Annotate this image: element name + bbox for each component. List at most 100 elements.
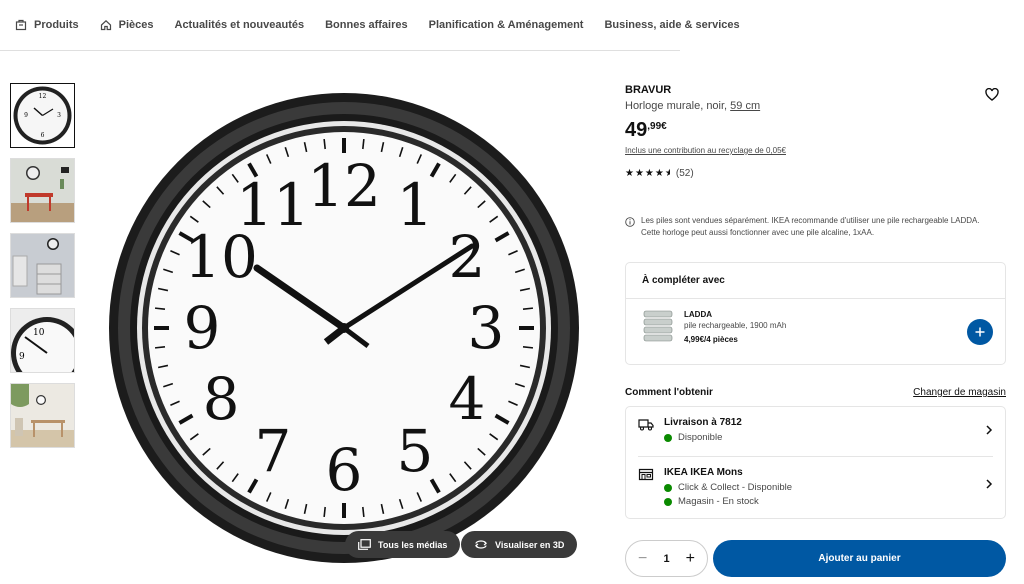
product-size-link[interactable]: 59 cm <box>730 100 760 112</box>
chevron-right-icon <box>986 425 993 435</box>
thumbnail-list: 12 3 6 9 9 10 <box>10 83 76 458</box>
recycling-contribution-link[interactable]: Inclus une contribution au recyclage de … <box>625 146 786 155</box>
home-icon <box>100 19 111 31</box>
svg-text:12: 12 <box>39 93 47 100</box>
wall-clock-image: 123456789101112 <box>109 93 579 563</box>
products-icon <box>15 19 27 31</box>
gallery-icon <box>358 539 371 550</box>
store-icon <box>638 468 654 481</box>
quantity-value: 1 <box>663 552 670 565</box>
svg-text:9: 9 <box>19 352 25 362</box>
complete-with-title: À compléter avec <box>626 263 1005 299</box>
click-collect-status: Click & Collect - Disponible <box>664 482 792 493</box>
thumbnail-4[interactable]: 9 10 <box>10 308 75 373</box>
thumbnail-2[interactable] <box>10 158 75 223</box>
product-image[interactable]: 1 2 3 4 5 6 7 8 9 10 11 12 <box>104 88 584 568</box>
svg-text:6: 6 <box>326 436 363 504</box>
increase-quantity-button[interactable]: + <box>686 550 695 568</box>
nav-item-actualites[interactable]: Actualités et nouveautés <box>175 19 305 31</box>
home-delivery-title: Livraison à 7812 <box>664 417 742 428</box>
delivery-truck-icon <box>638 419 654 431</box>
nav-item-produits[interactable]: Produits <box>15 19 79 31</box>
thumbnail-3[interactable] <box>10 233 75 298</box>
nav-item-bonnes-affaires[interactable]: Bonnes affaires <box>325 19 408 31</box>
battery-pack-image <box>643 310 673 342</box>
svg-text:7: 7 <box>255 417 292 485</box>
view-3d-label: Visualiser en 3D <box>495 539 565 550</box>
battery-note-line-1: Les piles sont vendues séparément. IKEA … <box>641 216 980 225</box>
rating-stars-icon: ★★★★★ <box>625 168 670 179</box>
svg-text:6: 6 <box>41 132 45 139</box>
rating[interactable]: ★★★★★ (52) <box>625 168 694 179</box>
info-icon <box>625 217 635 227</box>
store-details: IKEA IKEA Mons Click & Collect - Disponi… <box>664 467 792 510</box>
nav-label: Actualités et nouveautés <box>174 19 305 31</box>
store-availability-row[interactable]: IKEA IKEA Mons Click & Collect - Disponi… <box>638 456 993 520</box>
nav-item-planification[interactable]: Planification & Aménagement <box>429 19 584 31</box>
decrease-quantity-button[interactable]: − <box>638 550 647 568</box>
home-delivery-row[interactable]: Livraison à 7812 Disponible <box>626 407 1005 456</box>
nav-label: Bonnes affaires <box>325 19 408 31</box>
accessory-details: LADDA pile rechargeable, 1900 mAh 4,99€/… <box>684 310 786 344</box>
nav-label: Business, aide & services <box>604 19 740 31</box>
status-dot-icon <box>664 483 672 492</box>
svg-text:1: 1 <box>397 171 434 239</box>
nav-label: Pièces <box>118 19 154 31</box>
rating-count: (52) <box>675 168 694 179</box>
svg-text:5: 5 <box>397 417 434 485</box>
nav-label: Produits <box>34 19 79 31</box>
top-navigation: Produits Pièces Actualités et nouveautés… <box>0 0 740 51</box>
status-text: Magasin - En stock <box>678 496 759 507</box>
svg-text:3: 3 <box>468 294 505 362</box>
complete-with-section: À compléter avec LADDA pile rechargeable… <box>625 262 1006 365</box>
battery-note-line-2: Cette horloge peut aussi fonctionner ave… <box>641 228 875 237</box>
svg-text:8: 8 <box>203 365 240 433</box>
quantity-stepper[interactable]: − 1 + <box>625 540 708 577</box>
price-decimal: ,99€ <box>647 121 667 132</box>
room-photo-image <box>11 234 74 297</box>
status-dot-icon <box>664 433 672 442</box>
room-photo-image <box>11 159 74 222</box>
accessory-item[interactable]: LADDA pile rechargeable, 1900 mAh 4,99€/… <box>626 299 1005 355</box>
store-title: IKEA IKEA Mons <box>664 467 743 478</box>
nav-item-business[interactable]: Business, aide & services <box>604 19 739 31</box>
favourite-button[interactable] <box>985 87 999 106</box>
product-description: Horloge murale, noir, 59 cm <box>625 100 760 112</box>
svg-text:12: 12 <box>307 152 381 220</box>
how-to-get-header: Comment l'obtenir Changer de magasin <box>625 387 1006 398</box>
nav-item-pieces[interactable]: Pièces <box>100 19 154 31</box>
nav-label: Planification & Aménagement <box>428 19 584 31</box>
accessory-name: LADDA <box>684 310 712 319</box>
in-store-status: Magasin - En stock <box>664 496 792 507</box>
price-integer: 49 <box>625 119 648 141</box>
svg-text:9: 9 <box>184 294 221 362</box>
add-to-cart-button[interactable]: Ajouter au panier <box>713 540 1006 577</box>
thumbnail-1[interactable]: 12 3 6 9 <box>10 83 75 148</box>
change-store-link[interactable]: Changer de magasin <box>913 387 1006 398</box>
status-dot-icon <box>664 497 672 506</box>
home-delivery-details: Livraison à 7812 Disponible <box>664 417 742 446</box>
how-to-get-title: Comment l'obtenir <box>625 387 713 398</box>
rotate-3d-icon <box>475 540 487 549</box>
all-media-label: Tous les médias <box>378 539 448 550</box>
svg-text:9: 9 <box>24 112 28 119</box>
status-text: Click & Collect - Disponible <box>678 482 793 493</box>
home-delivery-status: Disponible <box>664 432 742 443</box>
view-3d-button[interactable]: Visualiser en 3D <box>461 531 578 558</box>
svg-text:10: 10 <box>33 328 45 338</box>
clock-detail-image: 9 10 <box>11 309 74 372</box>
all-media-button[interactable]: Tous les médias <box>345 531 461 558</box>
battery-note: Les piles sont vendues séparément. IKEA … <box>625 215 1006 239</box>
battery-note-text: Les piles sont vendues séparément. IKEA … <box>641 215 980 239</box>
product-price: 49,99€ <box>625 119 667 142</box>
heart-icon <box>985 87 999 101</box>
dining-room-image <box>11 384 74 447</box>
status-text: Disponible <box>678 432 723 443</box>
add-accessory-button[interactable] <box>967 319 993 345</box>
accessory-price: 4,99€/4 pièces <box>684 335 738 344</box>
svg-text:3: 3 <box>57 112 61 119</box>
plus-icon <box>975 327 985 337</box>
product-name: BRAVUR <box>625 84 672 96</box>
thumbnail-5[interactable] <box>10 383 75 448</box>
chevron-right-icon <box>986 479 993 489</box>
